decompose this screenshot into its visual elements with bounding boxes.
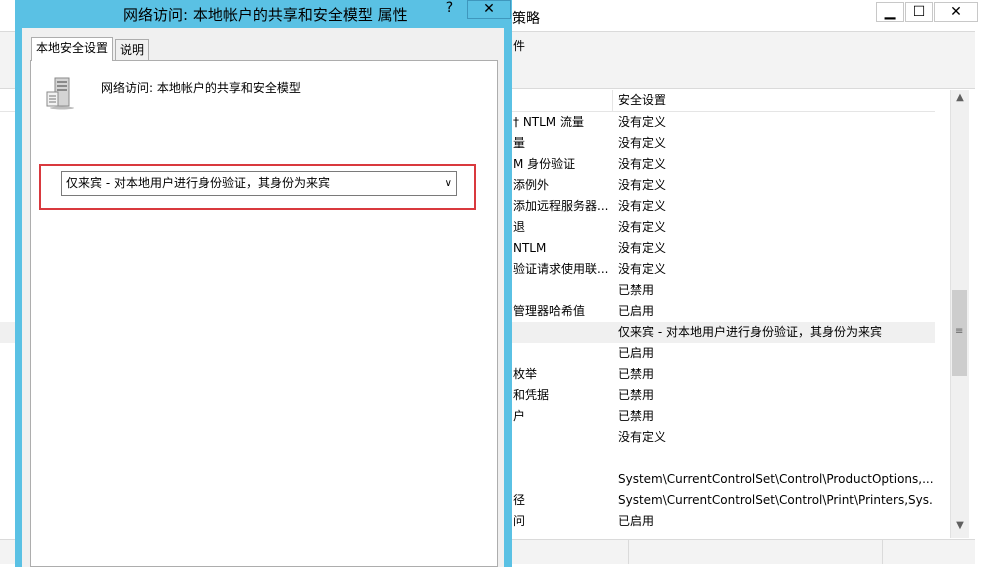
policy-name-cell: 添加远程服务器...: [513, 199, 609, 213]
policy-name-cell: 和凭据: [513, 388, 550, 402]
policy-name-cell: 量: [513, 136, 526, 150]
help-icon: ?: [445, 0, 454, 16]
minimize-button[interactable]: ▁: [876, 2, 904, 22]
scroll-up-icon[interactable]: ▲: [951, 92, 969, 108]
close-button[interactable]: ✕: [934, 2, 978, 22]
tab-local-security-setting[interactable]: 本地安全设置: [31, 37, 114, 61]
policy-name-cell: 验证请求使用联...: [513, 262, 609, 276]
menu-item-file[interactable]: 件: [513, 37, 525, 54]
server-policy-icon: [46, 77, 74, 110]
scroll-thumb[interactable]: ≡: [952, 290, 967, 376]
dropdown-selected-value: 仅来宾 - 对本地用户进行身份验证，其身份为来宾: [66, 176, 330, 190]
maximize-icon: ☐: [912, 4, 926, 20]
policy-name-cell: 户: [513, 409, 526, 423]
policy-name-cell: NTLM: [513, 241, 547, 255]
scroll-down-icon[interactable]: ▼: [951, 520, 969, 536]
column-header-security-setting[interactable]: 安全设置: [612, 90, 666, 111]
help-button[interactable]: ?: [433, 0, 466, 19]
window-title: 策略: [512, 11, 540, 27]
policy-name-cell: 添例外: [513, 178, 550, 192]
close-icon: ✕: [483, 1, 495, 17]
security-setting-cell: 没有定义: [618, 430, 667, 444]
sharing-model-dropdown[interactable]: 仅来宾 - 对本地用户进行身份验证，其身份为来宾 ∨: [61, 171, 457, 196]
policy-name-cell: M 身份验证: [513, 157, 576, 171]
properties-dialog: 网络访问: 本地帐户的共享和安全模型 属性 ? ✕ 本地安全设置 说明 网络访问…: [15, 0, 512, 567]
grip-icon: ≡: [955, 326, 964, 337]
dialog-title: 网络访问: 本地帐户的共享和安全模型 属性: [123, 6, 408, 24]
status-divider: [628, 540, 629, 564]
security-setting-cell: 已禁用: [618, 283, 655, 297]
minimize-icon: ▁: [884, 4, 896, 20]
security-setting-cell: 没有定义: [618, 262, 667, 276]
security-setting-cell: 没有定义: [618, 157, 667, 171]
policy-name-cell: 管理器哈希值: [513, 304, 586, 318]
security-setting-cell: 仅来宾 - 对本地用户进行身份验证，其身份为来宾: [618, 325, 882, 339]
security-setting-cell: System\CurrentControlSet\Control\Print\P…: [618, 493, 933, 507]
status-divider: [882, 540, 883, 564]
security-setting-cell: 已启用: [618, 346, 655, 360]
dialog-close-button[interactable]: ✕: [467, 0, 511, 19]
policy-name-cell: 枚举: [513, 367, 538, 381]
dialog-client-area: 本地安全设置 说明 网络访问: 本地帐户的共享和安全模型 仅来宾 - 对本地用户…: [22, 28, 504, 567]
security-setting-cell: 已启用: [618, 304, 655, 318]
close-icon: ✕: [950, 4, 962, 20]
tab-explain[interactable]: 说明: [115, 39, 150, 60]
security-setting-cell: 没有定义: [618, 241, 667, 255]
policy-name-label: 网络访问: 本地帐户的共享和安全模型: [101, 81, 301, 95]
security-setting-cell: 已禁用: [618, 367, 655, 381]
policy-name-cell: 问: [513, 514, 526, 528]
chevron-down-icon: ∨: [444, 178, 452, 189]
security-setting-cell: 没有定义: [618, 220, 667, 234]
policy-name-cell: † NTLM 流量: [513, 115, 584, 129]
tab-panel: 网络访问: 本地帐户的共享和安全模型 仅来宾 - 对本地用户进行身份验证，其身份…: [30, 60, 498, 567]
maximize-button[interactable]: ☐: [905, 2, 933, 22]
security-setting-cell: System\CurrentControlSet\Control\Product…: [618, 472, 933, 486]
policy-name-cell: 退: [513, 220, 526, 234]
security-setting-cell: 没有定义: [618, 115, 667, 129]
security-setting-cell: 已禁用: [618, 409, 655, 423]
security-setting-cell: 没有定义: [618, 199, 667, 213]
security-setting-cell: 没有定义: [618, 178, 667, 192]
security-setting-cell: 已禁用: [618, 388, 655, 402]
vertical-scrollbar[interactable]: ▲ ≡ ▼: [950, 90, 969, 538]
security-setting-cell: 已启用: [618, 514, 655, 528]
security-setting-cell: 没有定义: [618, 136, 667, 150]
policy-name-cell: 径: [513, 493, 526, 507]
